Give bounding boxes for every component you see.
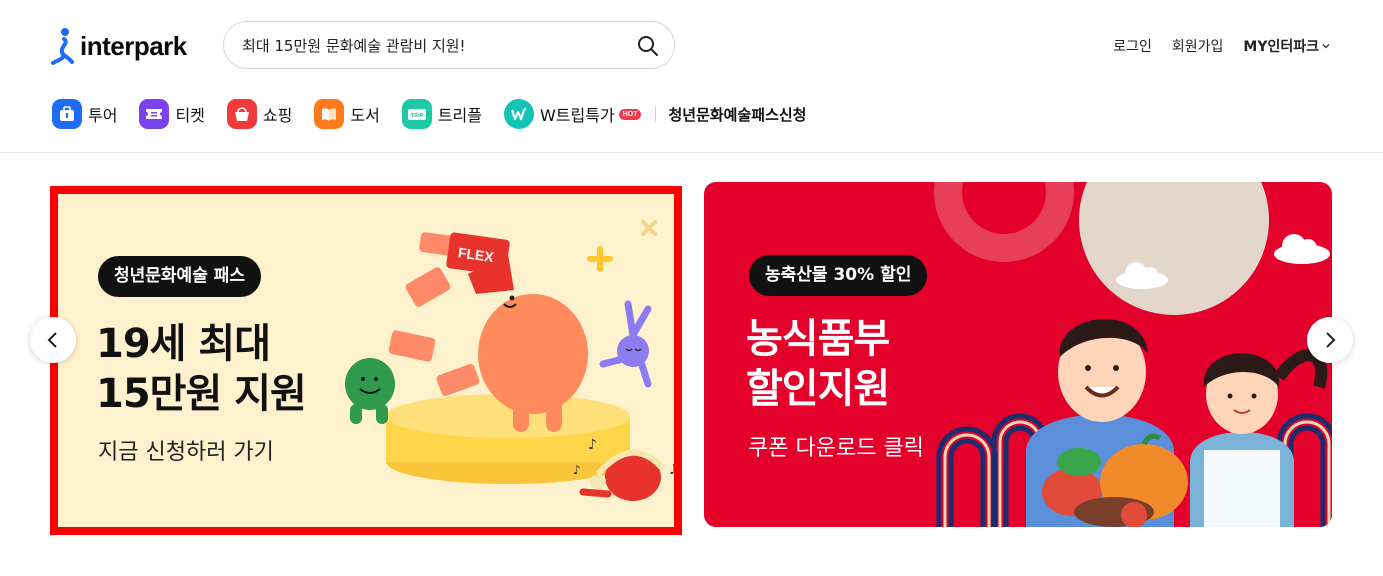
chevron-left-icon (47, 332, 57, 348)
nav-item-triple[interactable]: TRIP 트리플 (401, 99, 482, 129)
nav-label-books: 도서 (350, 106, 380, 125)
site-header: interpark 로그인 회원가입 MY인터파크 투어 티켓 (0, 0, 1383, 153)
nav-item-wtrip[interactable]: W트립특가 HOT (503, 99, 642, 129)
youth-pass-headline-1: 19세 최대 (96, 321, 271, 367)
book-icon (314, 99, 345, 129)
nav-label-shopping: 쇼핑 (262, 106, 293, 125)
svg-text:♪: ♪ (573, 463, 581, 477)
nav-item-shopping[interactable]: 쇼핑 (226, 99, 293, 129)
search-bar (223, 21, 675, 69)
nav-item-books[interactable]: 도서 (314, 99, 380, 129)
my-interpark-label: MY인터파크 (1243, 39, 1319, 55)
nav-label-wtrip: W트립특가 (539, 106, 615, 125)
interpark-logo-icon (51, 28, 74, 65)
agri-headline-2: 할인지원 (746, 366, 890, 412)
trip-icon: TRIP (401, 99, 432, 129)
w-trip-icon (503, 99, 534, 129)
search-icon[interactable] (636, 34, 660, 58)
category-nav: 투어 티켓 쇼핑 도서 TRIP 트리플 W트립특가 HOT 청년문화예술패스신… (52, 99, 806, 129)
chevron-down-icon (1322, 44, 1330, 49)
shopping-bag-icon (226, 99, 257, 129)
agri-discount-banner[interactable]: 농축산물 30% 할인 농식품부 할인지원 쿠폰 다운로드 클릭 (704, 182, 1332, 527)
youth-pass-pill: 청년문화예술 패스 (98, 256, 262, 297)
chevron-right-icon (1326, 332, 1336, 348)
tour-bag-icon (52, 99, 82, 129)
nav-label-ticket: 티켓 (175, 106, 205, 125)
ticket-icon (139, 99, 170, 129)
interpark-logo[interactable]: interpark (50, 24, 187, 68)
youth-pass-headline-2: 15만원 지원 (96, 371, 307, 417)
agri-subtext: 쿠폰 다운로드 클릭 (748, 436, 924, 461)
search-input[interactable] (240, 35, 624, 55)
nav-label-tour: 투어 (88, 106, 118, 125)
youth-pass-apply-link[interactable]: 청년문화예술패스신청 (668, 104, 806, 125)
my-interpark-menu[interactable]: MY인터파크 (1243, 36, 1331, 56)
svg-text:♫: ♫ (668, 462, 674, 478)
nav-divider (655, 106, 657, 122)
signup-link[interactable]: 회원가입 (1172, 36, 1224, 56)
util-links: 로그인 회원가입 MY인터파크 (1113, 36, 1331, 56)
youth-culture-pass-banner[interactable]: FLEX ♪ ♫ ♪ 청년문화예술 패스 19세 최대 15만원 지원 지금 신… (50, 186, 682, 535)
agri-discount-pill: 농축산물 30% 할인 (749, 255, 928, 296)
carousel-prev-button[interactable] (30, 317, 76, 363)
svg-text:♪: ♪ (588, 437, 597, 453)
login-link[interactable]: 로그인 (1113, 36, 1152, 56)
svg-text:TRIP: TRIP (411, 113, 424, 119)
nav-label-triple: 트리플 (437, 106, 482, 125)
carousel-next-button[interactable] (1307, 317, 1353, 363)
hot-badge: HOT (618, 108, 642, 120)
agri-headline-1: 농식품부 (746, 316, 890, 362)
logo-text: interpark (80, 30, 187, 61)
nav-item-tour[interactable]: 투어 (52, 99, 117, 129)
nav-item-ticket[interactable]: 티켓 (139, 99, 205, 129)
youth-pass-subtext: 지금 신청하러 가기 (98, 440, 274, 465)
